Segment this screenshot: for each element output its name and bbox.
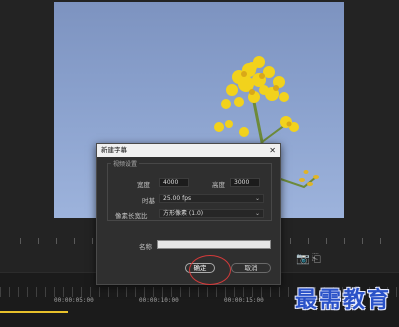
- name-label: 名称: [139, 243, 152, 251]
- name-input[interactable]: [157, 240, 271, 249]
- timebase-value: 25.00 fps: [163, 195, 192, 202]
- dialog-title: 新建字幕: [97, 144, 280, 157]
- pixel-aspect-label: 像素长宽比: [115, 212, 148, 220]
- height-label: 高度: [212, 181, 225, 189]
- pixel-aspect-select[interactable]: 方形像素 (1.0) ⌄: [159, 209, 264, 218]
- timecode-label: 00:00:10:00: [139, 297, 179, 304]
- timecode-label: 00:00:15:00: [224, 297, 264, 304]
- close-icon[interactable]: ✕: [269, 144, 276, 157]
- work-area-bar[interactable]: [0, 311, 68, 313]
- highlight-circle: [189, 255, 231, 285]
- watermark-logo: 最需教育: [294, 288, 391, 313]
- width-label: 宽度: [137, 181, 150, 189]
- timebase-label: 时基: [142, 197, 155, 205]
- height-field[interactable]: 3000: [230, 178, 260, 187]
- cancel-button[interactable]: 取消: [231, 263, 271, 273]
- pixel-aspect-value: 方形像素 (1.0): [163, 210, 204, 217]
- camera-icon[interactable]: 📷: [296, 252, 310, 265]
- chevron-down-icon: ⌄: [254, 210, 260, 217]
- new-title-dialog: 新建字幕 ✕ 视频设置 宽度 4000 高度 3000 时基 25.00 fps…: [96, 143, 281, 285]
- export-frame-icon[interactable]: ⎗: [312, 252, 321, 266]
- timebase-select[interactable]: 25.00 fps ⌄: [159, 194, 264, 203]
- group-label: 视频设置: [111, 159, 140, 168]
- timecode-label: 00:00:05:00: [54, 297, 94, 304]
- width-field[interactable]: 4000: [159, 178, 189, 187]
- chevron-down-icon: ⌄: [254, 195, 260, 202]
